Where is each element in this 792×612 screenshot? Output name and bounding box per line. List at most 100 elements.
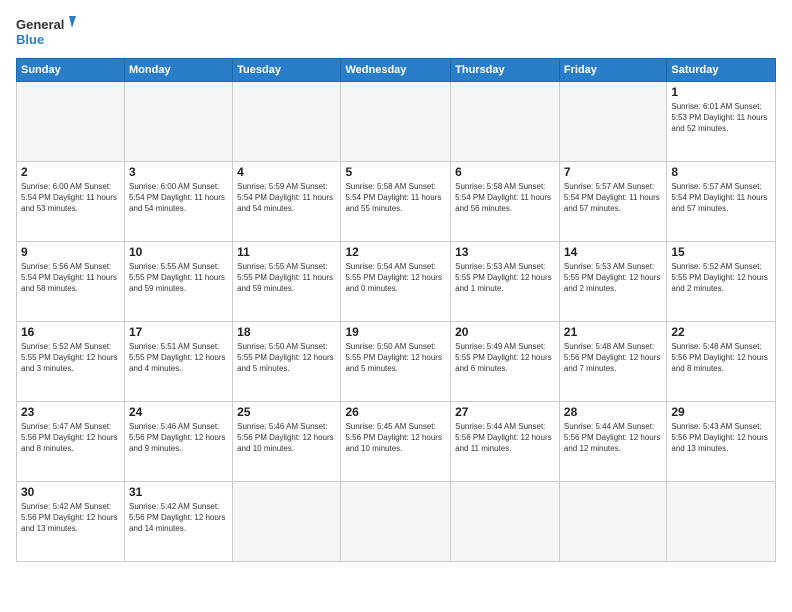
calendar-cell: 10Sunrise: 5:55 AM Sunset: 5:55 PM Dayli… [125, 242, 233, 322]
day-number: 2 [21, 165, 120, 179]
calendar-cell [451, 82, 560, 162]
week-row-6: 30 Sunrise: 5:42 AM Sunset: 5:56 PM Dayli… [17, 482, 776, 562]
calendar-cell: 20 Sunrise: 5:49 AM Sunset: 5:55 PM Dayli… [451, 322, 560, 402]
calendar-cell: 27 Sunrise: 5:44 AM Sunset: 5:56 PM Dayli… [451, 402, 560, 482]
day-info: Sunrise: 5:58 AM Sunset: 5:54 PM Dayligh… [345, 181, 446, 215]
calendar-cell [667, 482, 776, 562]
day-number: 18 [237, 325, 336, 339]
day-info: Sunrise: 5:46 AM Sunset: 5:56 PM Dayligh… [129, 421, 228, 455]
week-row-4: 16 Sunrise: 5:52 AM Sunset: 5:55 PM Dayli… [17, 322, 776, 402]
day-number: 22 [671, 325, 771, 339]
day-info: Sunrise: 5:48 AM Sunset: 5:56 PM Dayligh… [671, 341, 771, 375]
day-info: Sunrise: 5:53 AM Sunset: 5:55 PM Dayligh… [564, 261, 662, 295]
day-number: 12 [345, 245, 446, 259]
calendar-table: SundayMondayTuesdayWednesdayThursdayFrid… [16, 58, 776, 562]
calendar-cell: 31Sunrise: 5:42 AM Sunset: 5:56 PM Dayli… [125, 482, 233, 562]
day-number: 19 [345, 325, 446, 339]
calendar-cell: 23Sunrise: 5:47 AM Sunset: 5:56 PM Dayli… [17, 402, 125, 482]
day-number: 11 [237, 245, 336, 259]
calendar-cell [559, 82, 666, 162]
day-number: 7 [564, 165, 662, 179]
day-info: Sunrise: 5:52 AM Sunset: 5:55 PM Dayligh… [21, 341, 120, 375]
day-info: Sunrise: 5:49 AM Sunset: 5:55 PM Dayligh… [455, 341, 555, 375]
weekday-row: SundayMondayTuesdayWednesdayThursdayFrid… [17, 59, 776, 82]
calendar-cell: 17 Sunrise: 5:51 AM Sunset: 5:55 PM Dayli… [125, 322, 233, 402]
calendar-cell: 14 Sunrise: 5:53 AM Sunset: 5:55 PM Dayli… [559, 242, 666, 322]
calendar-cell [233, 482, 341, 562]
day-number: 4 [237, 165, 336, 179]
day-number: 29 [671, 405, 771, 419]
day-number: 28 [564, 405, 662, 419]
calendar-cell: 3 Sunrise: 6:00 AM Sunset: 5:54 PM Daylig… [125, 162, 233, 242]
calendar-cell: 28 Sunrise: 5:44 AM Sunset: 5:56 PM Dayli… [559, 402, 666, 482]
calendar-cell: 5 Sunrise: 5:58 AM Sunset: 5:54 PM Daylig… [341, 162, 451, 242]
day-number: 10 [129, 245, 228, 259]
day-number: 20 [455, 325, 555, 339]
week-row-5: 23Sunrise: 5:47 AM Sunset: 5:56 PM Dayli… [17, 402, 776, 482]
calendar-cell: 7 Sunrise: 5:57 AM Sunset: 5:54 PM Daylig… [559, 162, 666, 242]
day-info: Sunrise: 6:01 AM Sunset: 5:53 PM Dayligh… [671, 101, 771, 135]
calendar-cell: 24 Sunrise: 5:46 AM Sunset: 5:56 PM Dayli… [125, 402, 233, 482]
calendar-header: SundayMondayTuesdayWednesdayThursdayFrid… [17, 59, 776, 82]
logo: General Blue [16, 14, 76, 50]
weekday-header-thursday: Thursday [451, 59, 560, 82]
day-number: 25 [237, 405, 336, 419]
day-info: Sunrise: 5:45 AM Sunset: 5:56 PM Dayligh… [345, 421, 446, 455]
day-number: 23 [21, 405, 120, 419]
day-info: Sunrise: 5:57 AM Sunset: 5:54 PM Dayligh… [564, 181, 662, 215]
day-number: 24 [129, 405, 228, 419]
day-number: 26 [345, 405, 446, 419]
day-info: Sunrise: 5:51 AM Sunset: 5:55 PM Dayligh… [129, 341, 228, 375]
calendar-cell: 19Sunrise: 5:50 AM Sunset: 5:55 PM Dayli… [341, 322, 451, 402]
week-row-1: 1 Sunrise: 6:01 AM Sunset: 5:53 PM Daylig… [17, 82, 776, 162]
day-number: 3 [129, 165, 228, 179]
day-info: Sunrise: 5:44 AM Sunset: 5:56 PM Dayligh… [564, 421, 662, 455]
day-number: 30 [21, 485, 120, 499]
calendar-cell: 25Sunrise: 5:46 AM Sunset: 5:56 PM Dayli… [233, 402, 341, 482]
calendar-cell [17, 82, 125, 162]
day-info: Sunrise: 5:58 AM Sunset: 5:54 PM Dayligh… [455, 181, 555, 215]
day-info: Sunrise: 5:42 AM Sunset: 5:56 PM Dayligh… [21, 501, 120, 535]
day-number: 14 [564, 245, 662, 259]
day-info: Sunrise: 5:57 AM Sunset: 5:54 PM Dayligh… [671, 181, 771, 215]
calendar-cell [233, 82, 341, 162]
calendar-body: 1 Sunrise: 6:01 AM Sunset: 5:53 PM Daylig… [17, 82, 776, 562]
calendar-cell: 8Sunrise: 5:57 AM Sunset: 5:54 PM Daylig… [667, 162, 776, 242]
day-number: 1 [671, 85, 771, 99]
day-info: Sunrise: 5:52 AM Sunset: 5:55 PM Dayligh… [671, 261, 771, 295]
calendar-cell: 9 Sunrise: 5:56 AM Sunset: 5:54 PM Daylig… [17, 242, 125, 322]
day-info: Sunrise: 5:59 AM Sunset: 5:54 PM Dayligh… [237, 181, 336, 215]
weekday-header-tuesday: Tuesday [233, 59, 341, 82]
generalblue-logo: General Blue [16, 14, 76, 50]
weekday-header-saturday: Saturday [667, 59, 776, 82]
weekday-header-wednesday: Wednesday [341, 59, 451, 82]
header: General Blue [16, 14, 776, 50]
calendar-cell: 1 Sunrise: 6:01 AM Sunset: 5:53 PM Daylig… [667, 82, 776, 162]
calendar-cell: 2Sunrise: 6:00 AM Sunset: 5:54 PM Daylig… [17, 162, 125, 242]
svg-text:General: General [16, 17, 64, 32]
calendar-cell [125, 82, 233, 162]
day-number: 13 [455, 245, 555, 259]
day-number: 27 [455, 405, 555, 419]
calendar-cell: 6Sunrise: 5:58 AM Sunset: 5:54 PM Daylig… [451, 162, 560, 242]
day-number: 17 [129, 325, 228, 339]
calendar-cell [341, 482, 451, 562]
weekday-header-friday: Friday [559, 59, 666, 82]
svg-text:Blue: Blue [16, 32, 44, 47]
day-number: 5 [345, 165, 446, 179]
day-number: 16 [21, 325, 120, 339]
calendar-cell: 18Sunrise: 5:50 AM Sunset: 5:55 PM Dayli… [233, 322, 341, 402]
day-info: Sunrise: 5:44 AM Sunset: 5:56 PM Dayligh… [455, 421, 555, 455]
calendar-cell: 11Sunrise: 5:55 AM Sunset: 5:55 PM Dayli… [233, 242, 341, 322]
day-info: Sunrise: 5:54 AM Sunset: 5:55 PM Dayligh… [345, 261, 446, 295]
day-number: 9 [21, 245, 120, 259]
day-number: 21 [564, 325, 662, 339]
calendar-cell: 12 Sunrise: 5:54 AM Sunset: 5:55 PM Dayli… [341, 242, 451, 322]
weekday-header-sunday: Sunday [17, 59, 125, 82]
calendar-cell: 16 Sunrise: 5:52 AM Sunset: 5:55 PM Dayli… [17, 322, 125, 402]
calendar-cell: 30 Sunrise: 5:42 AM Sunset: 5:56 PM Dayli… [17, 482, 125, 562]
day-info: Sunrise: 6:00 AM Sunset: 5:54 PM Dayligh… [129, 181, 228, 215]
calendar-cell [559, 482, 666, 562]
day-info: Sunrise: 5:56 AM Sunset: 5:54 PM Dayligh… [21, 261, 120, 295]
day-info: Sunrise: 5:43 AM Sunset: 5:56 PM Dayligh… [671, 421, 771, 455]
